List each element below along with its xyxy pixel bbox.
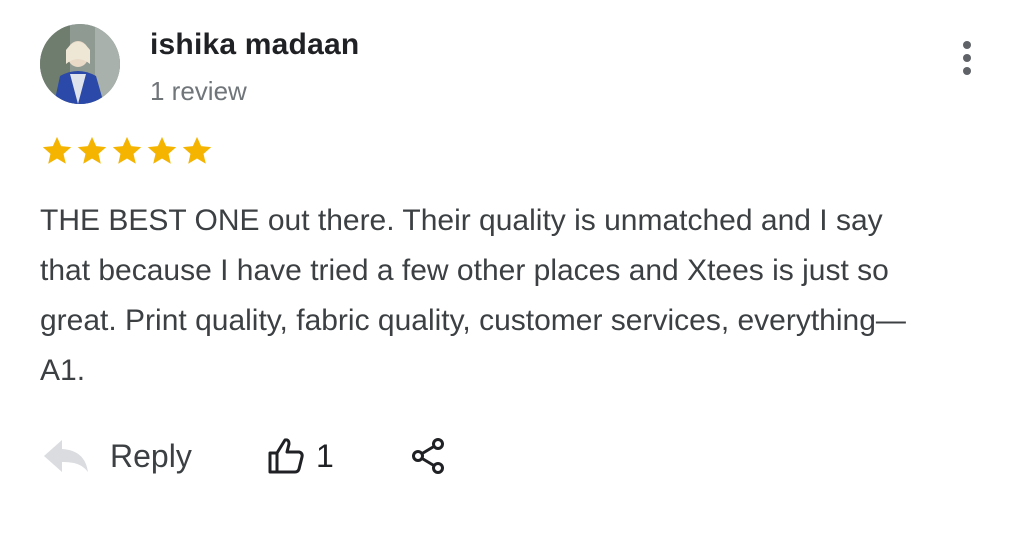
star-icon xyxy=(110,134,144,168)
thumbs-up-icon xyxy=(268,438,304,474)
author-avatar[interactable] xyxy=(40,24,120,104)
reply-label: Reply xyxy=(110,437,192,474)
share-icon xyxy=(412,438,444,474)
author-name[interactable]: ishika madaan xyxy=(150,28,359,62)
star-icon xyxy=(40,134,74,168)
more-vert-icon xyxy=(963,41,971,49)
star-icon xyxy=(180,134,214,168)
star-rating xyxy=(40,134,214,168)
reply-button[interactable]: Reply xyxy=(40,426,192,486)
like-button[interactable]: 1 xyxy=(266,426,334,486)
more-vert-icon-dot xyxy=(963,67,971,75)
more-options-button[interactable] xyxy=(950,36,984,80)
share-button[interactable] xyxy=(408,426,448,486)
review-text: THE BEST ONE out there. Their quality is… xyxy=(40,204,906,387)
author-review-count: 1 review xyxy=(150,76,247,106)
avatar-photo xyxy=(40,24,120,104)
review-actions: Reply 1 xyxy=(40,426,540,486)
star-icon xyxy=(145,134,179,168)
review-card: ishika madaan 1 review THE BEST ONE out … xyxy=(0,0,1024,535)
reply-arrow-icon xyxy=(44,440,88,472)
star-icon xyxy=(75,134,109,168)
like-count: 1 xyxy=(316,437,334,474)
more-vert-icon-dot xyxy=(963,54,971,62)
